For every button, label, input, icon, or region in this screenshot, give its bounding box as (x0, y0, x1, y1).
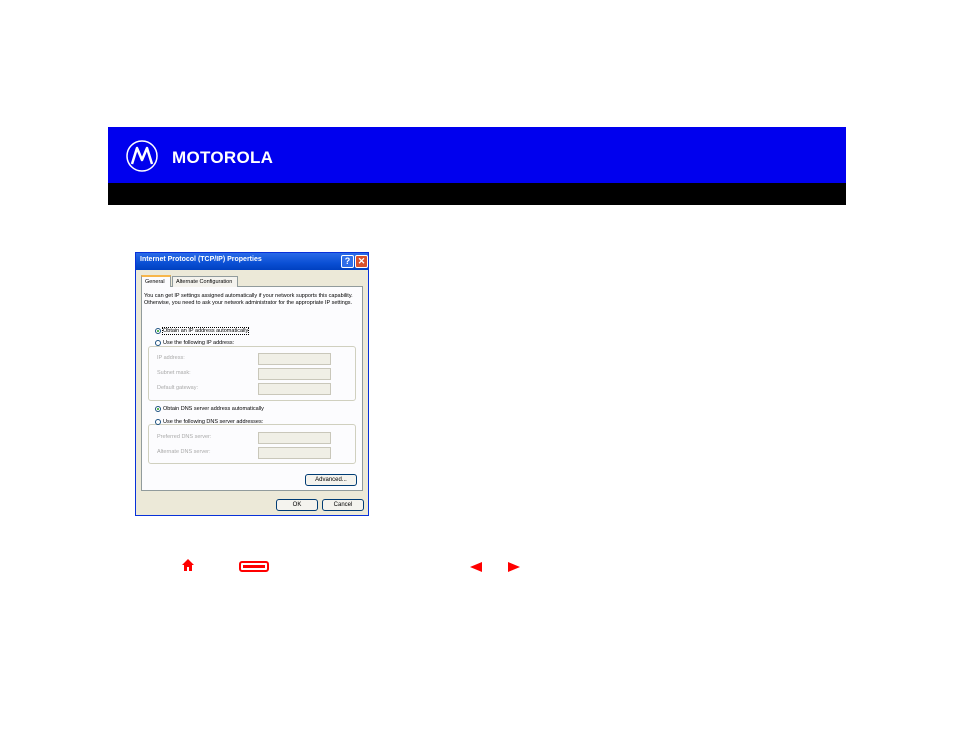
help-button[interactable]: ? (341, 255, 354, 268)
radio-unselected-icon[interactable] (155, 340, 161, 346)
dialog-titlebar: Internet Protocol (TCP/IP) Properties ? … (136, 253, 368, 270)
radio-selected-icon[interactable] (155, 328, 161, 334)
preferred-dns-field (258, 432, 331, 444)
radio-obtain-ip-auto[interactable]: Obtain an IP address automatically (155, 327, 250, 335)
tcpip-properties-dialog: Internet Protocol (TCP/IP) Properties ? … (135, 252, 369, 516)
dialog-description: You can get IP settings assigned automat… (144, 293, 353, 306)
subnet-mask-label: Subnet mask: (157, 370, 191, 376)
alternate-dns-field (258, 447, 331, 459)
next-arrow-icon[interactable] (507, 562, 521, 572)
default-gateway-label: Default gateway: (157, 385, 198, 391)
print-icon[interactable] (239, 561, 269, 572)
cancel-button[interactable]: Cancel (322, 499, 364, 511)
radio-use-following-dns[interactable]: Use the following DNS server addresses: (155, 419, 263, 425)
motorola-logo-icon (126, 140, 158, 172)
close-button[interactable]: ✕ (355, 255, 368, 268)
radio-obtain-dns-auto[interactable]: Obtain DNS server address automatically (155, 406, 264, 412)
ip-address-label: IP address: (157, 355, 185, 361)
ok-button[interactable]: OK (276, 499, 318, 511)
subnet-mask-field (258, 368, 331, 380)
home-icon[interactable] (181, 558, 195, 572)
tab-alternate-configuration[interactable]: Alternate Configuration (172, 276, 238, 287)
default-gateway-field (258, 383, 331, 395)
radio-selected-icon[interactable] (155, 406, 161, 412)
advanced-button[interactable]: Advanced... (305, 474, 357, 486)
brand-name: MOTOROLA (172, 148, 274, 167)
dialog-title: Internet Protocol (TCP/IP) Properties (140, 256, 262, 263)
previous-arrow-icon[interactable] (469, 562, 483, 572)
banner-bar (108, 183, 846, 205)
alternate-dns-label: Alternate DNS server: (157, 449, 211, 455)
radio-unselected-icon[interactable] (155, 419, 161, 425)
tab-general[interactable]: General (141, 275, 171, 287)
radio-use-following-ip[interactable]: Use the following IP address: (155, 340, 234, 346)
ip-address-field (258, 353, 331, 365)
preferred-dns-label: Preferred DNS server: (157, 434, 212, 440)
